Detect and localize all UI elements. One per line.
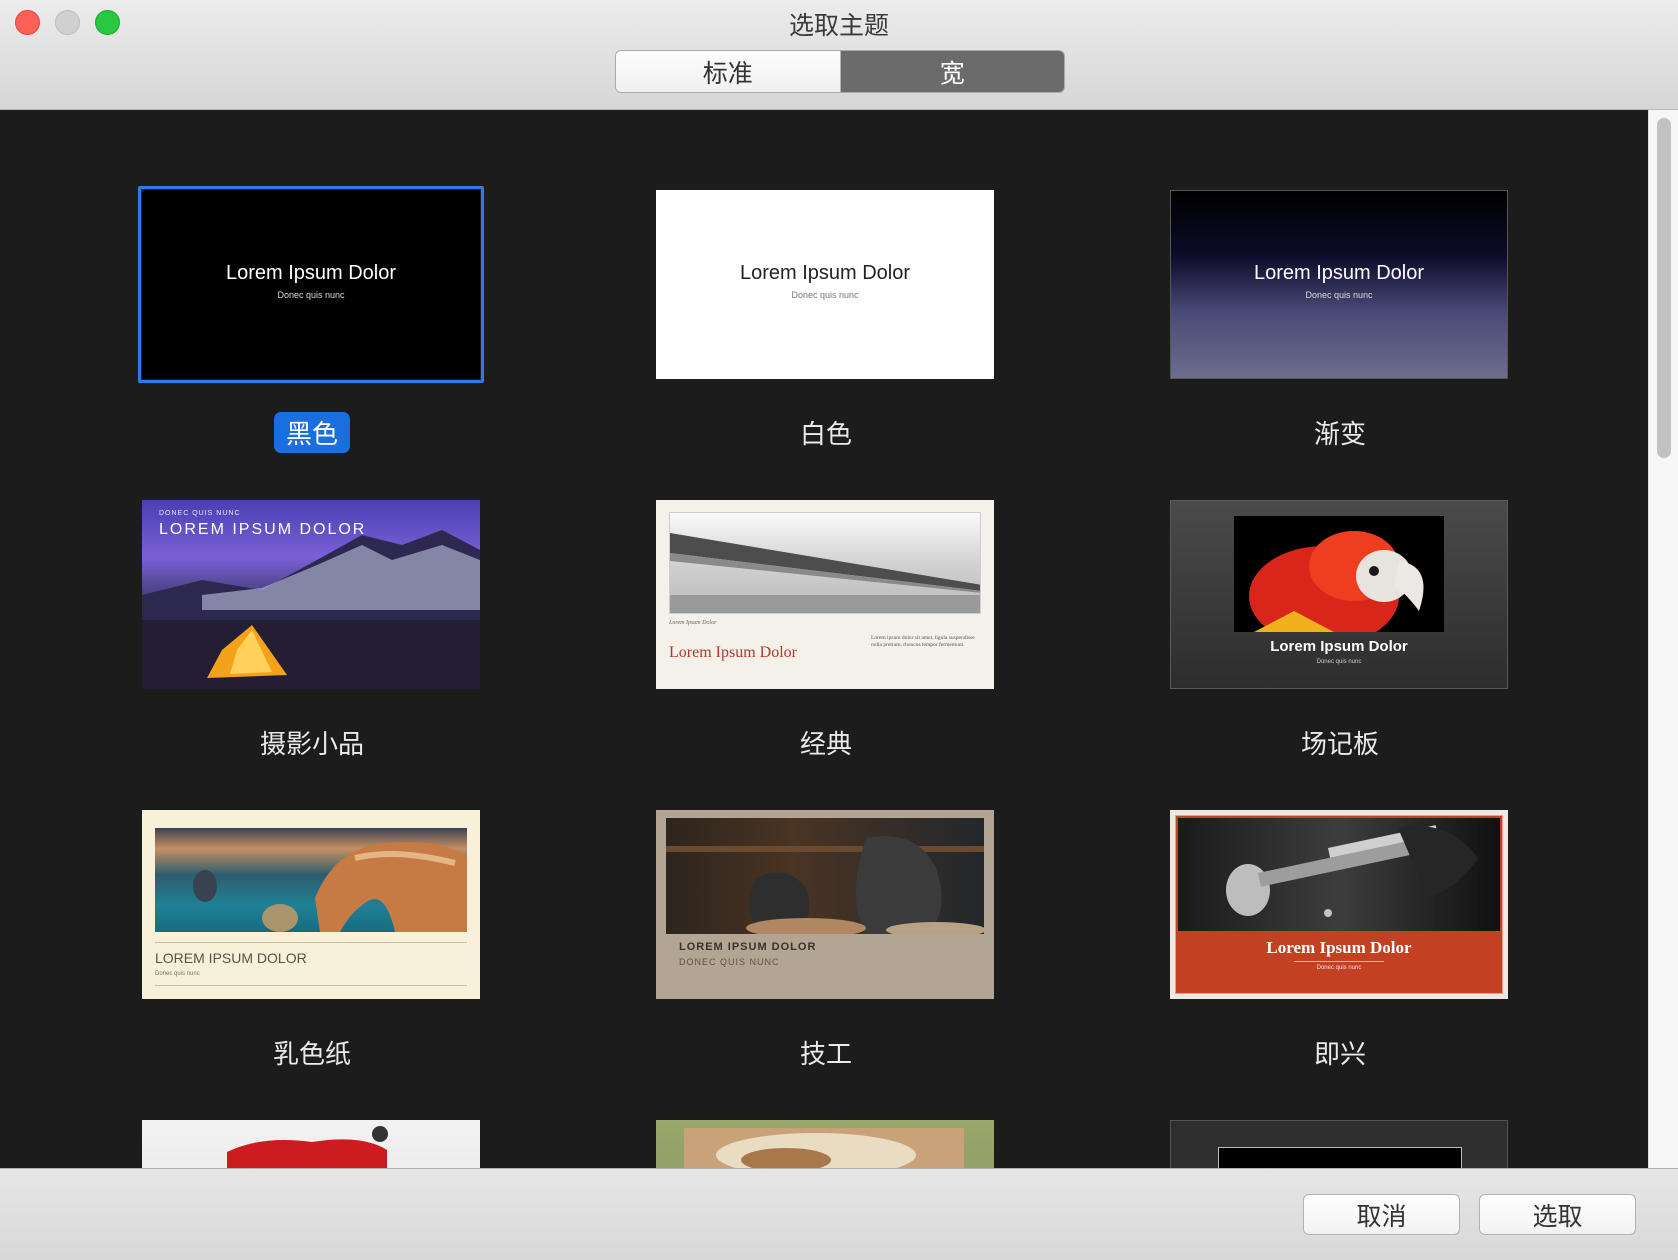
theme-thumbnail[interactable] — [1170, 1120, 1508, 1168]
theme-label[interactable]: 技工 — [788, 1032, 864, 1073]
thumbnail-title: Lorem Ipsum Dolor — [669, 644, 797, 661]
theme-gallery: Lorem Ipsum Dolor Donec quis nunc 黑色 Lor… — [0, 110, 1648, 1168]
theme-thumbnail[interactable]: Lorem Ipsum Dolor Donec quis nunc — [1170, 500, 1508, 689]
theme-thumbnail[interactable] — [656, 1120, 994, 1168]
motorcycle-image — [227, 1126, 388, 1168]
pottery-image — [666, 818, 984, 934]
scrollbar-thumb[interactable] — [1657, 118, 1671, 458]
thumbnail-title: LOREM IPSUM DOLOR — [155, 950, 307, 966]
tab-standard[interactable]: 标准 — [616, 51, 841, 92]
cancel-button[interactable]: 取消 — [1303, 1194, 1460, 1235]
theme-label[interactable]: 即兴 — [1302, 1032, 1378, 1073]
parrot-image — [1234, 516, 1444, 632]
thumbnail-title: Lorem Ipsum Dolor — [739, 262, 911, 284]
theme-thumbnail[interactable]: Lorem Ipsum Dolor Donec quis nunc — [1170, 190, 1508, 379]
theme-label[interactable]: 渐变 — [1302, 412, 1378, 453]
thumbnail-kicker: Lorem Ipsum Dolor — [669, 620, 717, 626]
theme-thumbnail[interactable]: DONEC QUIS NUNC LOREM IPSUM DOLOR — [142, 500, 480, 689]
theme-label[interactable]: 白色 — [788, 412, 864, 453]
theme-label[interactable]: 场记板 — [1289, 722, 1391, 763]
theme-label[interactable]: 摄影小品 — [248, 722, 376, 763]
divider — [155, 985, 467, 986]
theme-label[interactable]: 黑色 — [273, 412, 350, 453]
seascape-image — [155, 828, 467, 932]
theme-thumbnail[interactable]: Lorem Ipsum Dolor Donec quis nunc — [1170, 810, 1508, 999]
thumbnail-body: Lorem ipsum dolor sit amet, ligula suspe… — [871, 635, 975, 648]
thumbnail-subtitle: Donec quis nunc — [791, 290, 859, 300]
theme-thumbnail[interactable]: Lorem Ipsum Dolor Lorem Ipsum Dolor Lore… — [656, 500, 994, 689]
thumbnail-subtitle: Donec quis nunc — [1316, 659, 1362, 665]
food-image — [684, 1128, 964, 1168]
choose-button[interactable]: 选取 — [1479, 1194, 1636, 1235]
theme-thumbnail[interactable] — [142, 1120, 480, 1168]
trumpet-image — [1178, 818, 1500, 931]
thumbnail-subtitle: DONEC QUIS NUNC — [159, 510, 241, 517]
thumbnail-subtitle: Donec quis nunc — [277, 290, 345, 300]
bridge-image — [669, 512, 981, 614]
theme-thumbnail[interactable]: Lorem Ipsum Dolor Donec quis nunc — [656, 190, 994, 379]
bottom-bar: 取消 选取 — [0, 1168, 1678, 1260]
theme-chooser-window: 选取主题 标准 宽 Lorem Ipsum Dolor Donec quis n… — [0, 0, 1678, 1260]
thumbnail-title: Lorem Ipsum Dolor — [1266, 938, 1412, 957]
thumbnail-title: Lorem Ipsum Dolor — [1270, 638, 1408, 655]
thumbnail-title: Lorem Ipsum Dolor — [225, 262, 397, 284]
theme-thumbnail[interactable]: LOREM IPSUM DOLOR Donec quis nunc — [142, 810, 480, 999]
thumbnail-subtitle: Donec quis nunc — [1305, 290, 1373, 300]
thumbnail-subtitle: Donec quis nunc — [155, 971, 200, 977]
title-bar: 选取主题 标准 宽 — [0, 0, 1678, 110]
thumbnail-subtitle: Donec quis nunc — [1316, 965, 1362, 971]
thumbnail-title: LOREM IPSUM DOLOR — [679, 941, 817, 953]
theme-thumbnail[interactable]: Lorem Ipsum Dolor Donec quis nunc — [142, 190, 480, 379]
divider — [155, 942, 467, 943]
vertical-scrollbar[interactable] — [1648, 110, 1678, 1168]
window-title: 选取主题 — [788, 11, 889, 40]
aspect-segmented-control: 标准 宽 — [615, 50, 1065, 93]
thumbnail-title: LOREM IPSUM DOLOR — [159, 521, 367, 538]
theme-label[interactable]: 经典 — [788, 722, 864, 763]
tab-wide[interactable]: 宽 — [840, 51, 1064, 92]
thumbnail-title: Lorem Ipsum Dolor — [1253, 262, 1425, 284]
thumbnail-subtitle: DONEC QUIS NUNC — [679, 957, 780, 967]
theme-label[interactable]: 乳色纸 — [261, 1032, 363, 1073]
theme-thumbnail[interactable]: LOREM IPSUM DOLOR DONEC QUIS NUNC — [656, 810, 994, 999]
